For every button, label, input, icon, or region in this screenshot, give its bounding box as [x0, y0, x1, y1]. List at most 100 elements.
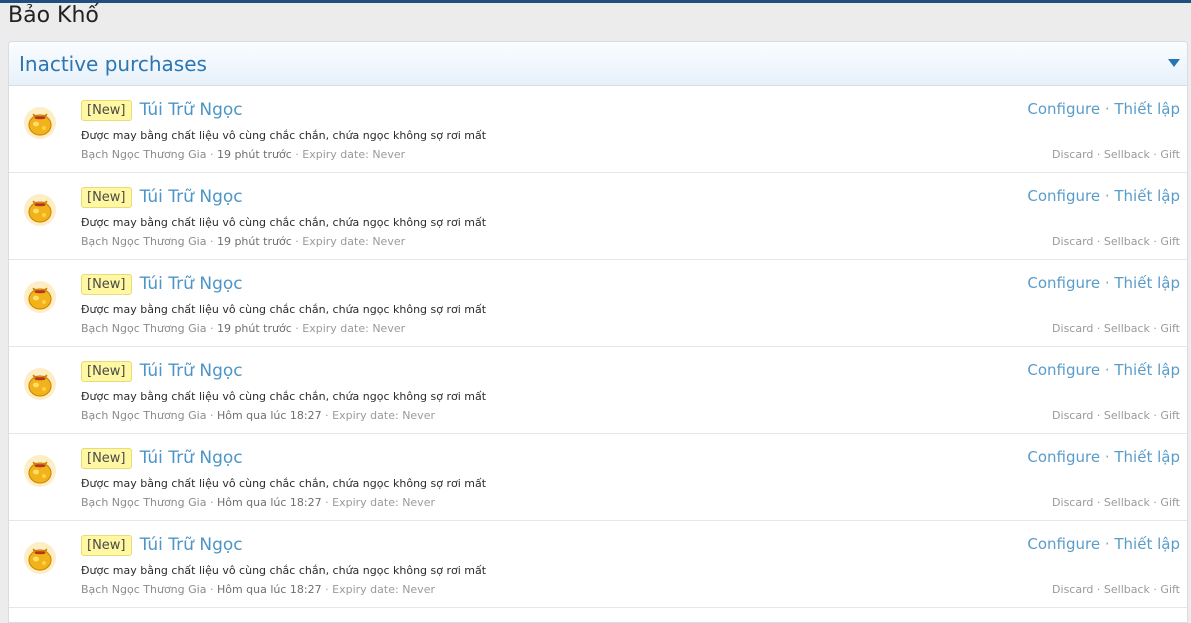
purchase-row: [New] Túi Trữ Ngọc Được may bằng chất li… — [9, 434, 1187, 521]
configure-link[interactable]: Configure — [1027, 274, 1100, 292]
primary-actions: Configure · Thiết lập — [1027, 534, 1180, 554]
sellback-link[interactable]: Sellback — [1104, 409, 1150, 422]
panel-header[interactable]: Inactive purchases — [9, 42, 1187, 86]
action-separator: · — [1153, 583, 1157, 596]
gold-pouch-icon — [24, 455, 56, 487]
item-meta: Bạch Ngọc Thương Gia · Hôm qua lúc 18:27… — [81, 409, 435, 423]
setup-link[interactable]: Thiết lập — [1114, 274, 1180, 292]
discard-link[interactable]: Discard — [1052, 496, 1093, 509]
meta-separator: · — [209, 148, 214, 161]
purchase-time: 19 phút trước — [216, 235, 292, 248]
secondary-actions: Discard · Sellback · Gift — [1052, 235, 1180, 249]
purchase-row: [New] Túi Trữ Ngọc Được may bằng chất li… — [9, 347, 1187, 434]
gift-link[interactable]: Gift — [1160, 496, 1180, 509]
meta-separator: · — [209, 235, 214, 248]
meta-separator: · — [209, 496, 214, 509]
secondary-actions: Discard · Sellback · Gift — [1052, 322, 1180, 336]
configure-link[interactable]: Configure — [1027, 361, 1100, 379]
purchase-time: Hôm qua lúc 18:27 — [216, 409, 322, 422]
discard-link[interactable]: Discard — [1052, 409, 1093, 422]
sellback-link[interactable]: Sellback — [1104, 583, 1150, 596]
item-description: Được may bằng chất liệu vô cùng chắc chắ… — [81, 477, 487, 490]
meta-separator: · — [325, 496, 329, 509]
sellback-link[interactable]: Sellback — [1104, 322, 1150, 335]
item-name-link[interactable]: Túi Trữ Ngọc — [140, 99, 243, 121]
seller-link[interactable]: Bạch Ngọc Thương Gia — [81, 235, 206, 248]
sellback-link[interactable]: Sellback — [1104, 235, 1150, 248]
setup-link[interactable]: Thiết lập — [1114, 448, 1180, 466]
action-separator: · — [1096, 583, 1101, 596]
item-description: Được may bằng chất liệu vô cùng chắc chắ… — [81, 303, 487, 316]
meta-separator: · — [209, 583, 214, 596]
seller-link[interactable]: Bạch Ngọc Thương Gia — [81, 409, 206, 422]
gift-link[interactable]: Gift — [1160, 409, 1180, 422]
setup-link[interactable]: Thiết lập — [1114, 187, 1180, 205]
page-title: Bảo Khố — [8, 3, 99, 28]
item-name-link[interactable]: Túi Trữ Ngọc — [140, 186, 243, 208]
gold-pouch-icon — [24, 542, 56, 574]
discard-link[interactable]: Discard — [1052, 148, 1093, 161]
expiry-label: Expiry date: — [332, 583, 399, 596]
new-badge: [New] — [81, 447, 132, 469]
seller-link[interactable]: Bạch Ngọc Thương Gia — [81, 496, 206, 509]
secondary-actions: Discard · Sellback · Gift — [1052, 409, 1180, 423]
configure-link[interactable]: Configure — [1027, 535, 1100, 553]
seller-link[interactable]: Bạch Ngọc Thương Gia — [81, 148, 206, 161]
configure-link[interactable]: Configure — [1027, 448, 1100, 466]
sellback-link[interactable]: Sellback — [1104, 148, 1150, 161]
expiry-value: Never — [372, 322, 406, 335]
secondary-actions: Discard · Sellback · Gift — [1052, 496, 1180, 510]
action-separator: · — [1096, 496, 1101, 509]
expiry-label: Expiry date: — [332, 409, 399, 422]
discard-link[interactable]: Discard — [1052, 583, 1093, 596]
configure-link[interactable]: Configure — [1027, 100, 1100, 118]
setup-link[interactable]: Thiết lập — [1114, 535, 1180, 553]
meta-separator: · — [295, 148, 299, 161]
configure-link[interactable]: Configure — [1027, 187, 1100, 205]
item-meta: Bạch Ngọc Thương Gia · 19 phút trước · E… — [81, 322, 405, 336]
item-meta: Bạch Ngọc Thương Gia · Hôm qua lúc 18:27… — [81, 583, 435, 597]
secondary-actions: Discard · Sellback · Gift — [1052, 148, 1180, 162]
gift-link[interactable]: Gift — [1160, 322, 1180, 335]
seller-link[interactable]: Bạch Ngọc Thương Gia — [81, 583, 206, 596]
meta-separator: · — [325, 583, 329, 596]
action-separator: · — [1096, 235, 1101, 248]
secondary-actions: Discard · Sellback · Gift — [1052, 583, 1180, 597]
item-name-link[interactable]: Túi Trữ Ngọc — [140, 360, 243, 382]
item-name-link[interactable]: Túi Trữ Ngọc — [140, 273, 243, 295]
expiry-value: Never — [372, 148, 406, 161]
new-badge: [New] — [81, 186, 132, 208]
item-meta: Bạch Ngọc Thương Gia · 19 phút trước · E… — [81, 235, 405, 249]
gift-link[interactable]: Gift — [1160, 583, 1180, 596]
panel-title: Inactive purchases — [19, 52, 207, 76]
setup-link[interactable]: Thiết lập — [1114, 100, 1180, 118]
item-description: Được may bằng chất liệu vô cùng chắc chắ… — [81, 564, 487, 577]
seller-link[interactable]: Bạch Ngọc Thương Gia — [81, 322, 206, 335]
primary-actions: Configure · Thiết lập — [1027, 99, 1180, 119]
discard-link[interactable]: Discard — [1052, 235, 1093, 248]
action-separator: · — [1104, 187, 1110, 205]
purchase-row: [New] Túi Trữ Ngọc Được may bằng chất li… — [9, 173, 1187, 260]
item-description: Được may bằng chất liệu vô cùng chắc chắ… — [81, 129, 487, 142]
gold-pouch-icon — [24, 194, 56, 226]
gold-pouch-icon — [24, 368, 56, 400]
gift-link[interactable]: Gift — [1160, 148, 1180, 161]
purchase-time: Hôm qua lúc 18:27 — [216, 496, 322, 509]
sellback-link[interactable]: Sellback — [1104, 496, 1150, 509]
meta-separator: · — [209, 322, 214, 335]
setup-link[interactable]: Thiết lập — [1114, 361, 1180, 379]
new-badge: [New] — [81, 273, 132, 295]
purchase-row: [New] Túi Trữ Ngọc Được may bằng chất li… — [9, 86, 1187, 173]
action-separator: · — [1153, 322, 1157, 335]
primary-actions: Configure · Thiết lập — [1027, 447, 1180, 467]
purchase-list: [New] Túi Trữ Ngọc Được may bằng chất li… — [9, 86, 1187, 608]
collapse-triangle-icon[interactable] — [1168, 59, 1180, 67]
expiry-value: Never — [402, 583, 435, 596]
item-name-link[interactable]: Túi Trữ Ngọc — [140, 534, 243, 556]
gift-link[interactable]: Gift — [1160, 235, 1180, 248]
item-description: Được may bằng chất liệu vô cùng chắc chắ… — [81, 390, 487, 403]
item-name-link[interactable]: Túi Trữ Ngọc — [140, 447, 243, 469]
discard-link[interactable]: Discard — [1052, 322, 1093, 335]
action-separator: · — [1153, 409, 1157, 422]
expiry-label: Expiry date: — [302, 322, 369, 335]
